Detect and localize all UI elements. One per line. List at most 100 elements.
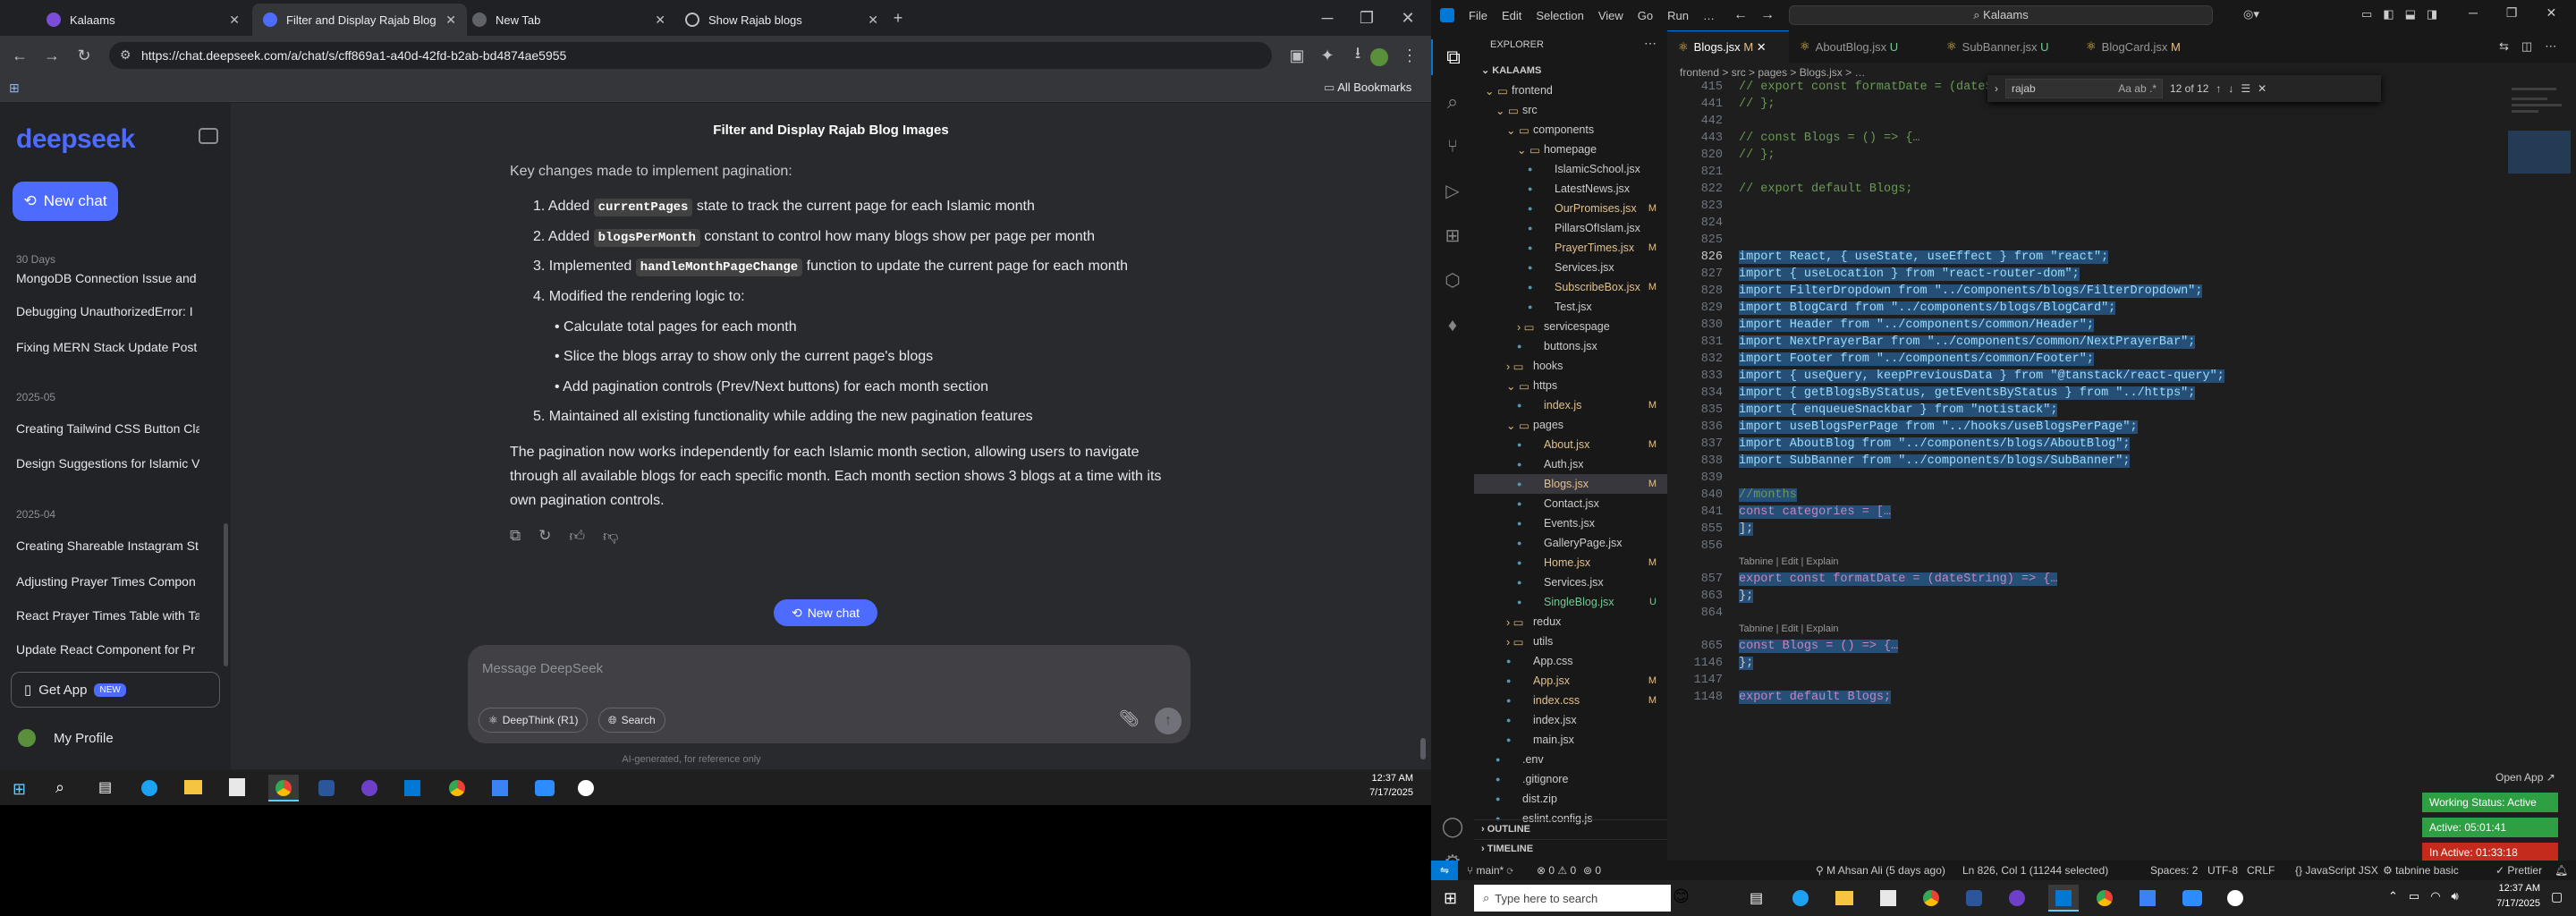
close-window-icon[interactable]: ✕: [2546, 5, 2556, 21]
reload-icon[interactable]: ↻: [72, 43, 97, 68]
app-icon[interactable]: [318, 780, 335, 796]
layout-icon[interactable]: ▭: [2361, 7, 2372, 21]
branch-item[interactable]: ⑂ main* ⟳: [1467, 864, 1513, 877]
thumbs-up-icon[interactable]: 👍︎: [569, 527, 585, 546]
all-bookmarks-link[interactable]: ▭ All Bookmarks: [1324, 81, 1411, 95]
show-hidden-icons-icon[interactable]: ⌃: [2388, 889, 2398, 903]
menu-file[interactable]: File: [1469, 9, 1487, 22]
download-icon[interactable]: ⭳: [1345, 43, 1370, 68]
store-icon[interactable]: [1880, 890, 1896, 906]
tree-file[interactable]: ● SubscribeBox.jsx M: [1474, 277, 1667, 297]
github-desktop-icon[interactable]: [361, 780, 377, 796]
new-tab-plus-icon[interactable]: +: [886, 5, 911, 30]
tree-file[interactable]: ● index.css M: [1474, 691, 1667, 710]
editor-tab-blogs[interactable]: ⚛ Blogs.jsx M ✕: [1667, 30, 1789, 63]
tree-file[interactable]: ● About.jsx M: [1474, 435, 1667, 454]
tree-file[interactable]: ● App.css: [1474, 651, 1667, 671]
accounts-icon[interactable]: ◯: [1431, 809, 1474, 844]
edge-icon[interactable]: [141, 780, 157, 796]
attach-paperclip-icon[interactable]: 📎︎: [1119, 709, 1140, 728]
history-item[interactable]: Adjusting Prayer Times Compon: [16, 574, 199, 589]
tree-file[interactable]: ● main.jsx: [1474, 730, 1667, 750]
open-app-link[interactable]: Open App ↗: [2496, 771, 2555, 784]
profile-avatar[interactable]: [18, 729, 36, 747]
tree-folder[interactable]: › ▭ redux: [1474, 612, 1667, 632]
tree-file[interactable]: ● index.jsx: [1474, 710, 1667, 730]
tree-file[interactable]: ● Contact.jsx: [1474, 494, 1667, 513]
toggle-panel-icon[interactable]: ⬓: [2405, 7, 2416, 21]
notifications-bell-icon[interactable]: 🔔︎: [2555, 864, 2568, 877]
remote-indicator-icon[interactable]: ⇋: [1431, 861, 1458, 880]
browser-tab-kalaams[interactable]: Kalaams ✕: [36, 4, 250, 36]
compare-icon[interactable]: ⇆: [2499, 39, 2509, 54]
tree-file[interactable]: ● dist.zip: [1474, 789, 1667, 809]
menu-run[interactable]: Run: [1667, 9, 1689, 22]
previous-match-icon[interactable]: ↑: [2216, 82, 2221, 95]
tree-file[interactable]: ● Services.jsx: [1474, 258, 1667, 277]
tree-folder[interactable]: › ▭ hooks: [1474, 356, 1667, 376]
mongodb-icon[interactable]: ♦: [1431, 308, 1474, 344]
send-button[interactable]: ↑: [1155, 708, 1182, 734]
more-actions-icon[interactable]: ⋯: [1644, 36, 1657, 51]
photos-icon[interactable]: [2140, 890, 2156, 906]
browser-tab-rajab[interactable]: Show Rajab blogs ✕: [674, 4, 889, 36]
close-tab-icon[interactable]: ✕: [1757, 40, 1767, 55]
history-item[interactable]: Creating Tailwind CSS Button Cla: [16, 421, 199, 436]
task-view-icon[interactable]: ▤: [98, 778, 112, 796]
workspace-root[interactable]: ⌄ KALAAMS: [1481, 64, 1541, 76]
tree-file[interactable]: ● Blogs.jsx M: [1474, 474, 1667, 494]
store-icon[interactable]: [229, 778, 245, 796]
code-editor[interactable]: 415// export const formatDate = (dateStr…: [1667, 81, 2576, 850]
line-ending[interactable]: CRLF: [2247, 864, 2275, 877]
file-explorer-icon[interactable]: [184, 780, 202, 794]
tree-file[interactable]: ● Services.jsx: [1474, 572, 1667, 592]
menu-edit[interactable]: Edit: [1502, 9, 1521, 22]
close-tab-icon[interactable]: ✕: [229, 13, 240, 28]
new-chat-button[interactable]: ⟲ New chat: [13, 182, 118, 221]
minimize-icon[interactable]: ─: [2469, 5, 2478, 21]
taskbar-search-box[interactable]: ⌕ Type here to search: [1474, 885, 1671, 912]
extensions-icon[interactable]: ⊞: [1431, 218, 1474, 254]
search-icon[interactable]: ⌕: [1431, 84, 1474, 120]
tree-file[interactable]: ● IslamicSchool.jsx: [1474, 159, 1667, 179]
battery-icon[interactable]: ▭: [2409, 889, 2419, 903]
problems-indicator[interactable]: ⊗ 0 ⚠ 0: [1537, 864, 1576, 877]
command-center[interactable]: ⌕ Kalaams: [1789, 5, 2213, 25]
split-editor-icon[interactable]: ◫: [2521, 39, 2532, 54]
tree-file[interactable]: ● index.js M: [1474, 395, 1667, 415]
find-in-selection-icon[interactable]: ☰: [2241, 82, 2250, 95]
menu-more[interactable]: …: [1703, 9, 1715, 22]
cursor-position[interactable]: Ln 826, Col 1 (11244 selected): [1962, 864, 2108, 877]
github-desktop-icon[interactable]: [2009, 890, 2025, 906]
history-item[interactable]: Update React Component for Pr: [16, 642, 199, 657]
tree-file[interactable]: ● LatestNews.jsx: [1474, 179, 1667, 199]
tree-file[interactable]: ● PillarsOfIslam.jsx: [1474, 218, 1667, 238]
maximize-icon[interactable]: ❐: [2506, 5, 2518, 21]
extensions-puzzle-icon[interactable]: ✦: [1315, 43, 1340, 68]
browser-tab-deepseek[interactable]: Filter and Display Rajab Blog Im ✕: [252, 4, 467, 36]
collapse-sidebar-icon[interactable]: [199, 128, 218, 144]
thumbs-down-icon[interactable]: 👎︎: [603, 527, 618, 546]
app-icon[interactable]: [1966, 890, 1982, 906]
tree-file[interactable]: ● Events.jsx: [1474, 513, 1667, 533]
chrome-icon[interactable]: [1923, 890, 1939, 906]
search-toggle[interactable]: 🌐︎ Search: [598, 708, 665, 733]
search-icon[interactable]: ⌕: [55, 778, 64, 797]
editor-tab-subbanner[interactable]: ⚛ SubBanner.jsx U: [1936, 30, 2075, 63]
copilot-icon[interactable]: ◎▾: [2243, 7, 2259, 21]
extension-icon[interactable]: ▣: [1284, 43, 1309, 68]
tree-file[interactable]: ● .gitignore: [1474, 769, 1667, 789]
app-icon[interactable]: [578, 780, 594, 796]
tree-file[interactable]: ● SingleBlog.jsx U: [1474, 592, 1667, 612]
message-input[interactable]: Message DeepSeek: [482, 661, 603, 676]
next-match-icon[interactable]: ↓: [2228, 82, 2233, 95]
my-profile-link[interactable]: My Profile: [54, 731, 114, 746]
timeline-section[interactable]: › TIMELINE: [1474, 839, 1667, 859]
language-mode[interactable]: {} JavaScript JSX: [2295, 864, 2378, 877]
windows-start-icon[interactable]: ⊞: [13, 780, 26, 799]
apps-grid-icon[interactable]: ⊞: [9, 81, 20, 96]
close-tab-icon[interactable]: ✕: [445, 13, 456, 28]
history-item[interactable]: Fixing MERN Stack Update Post I: [16, 340, 199, 354]
remote-explorer-icon[interactable]: ⬡: [1431, 263, 1474, 299]
site-info-icon[interactable]: ⚙: [120, 47, 131, 63]
